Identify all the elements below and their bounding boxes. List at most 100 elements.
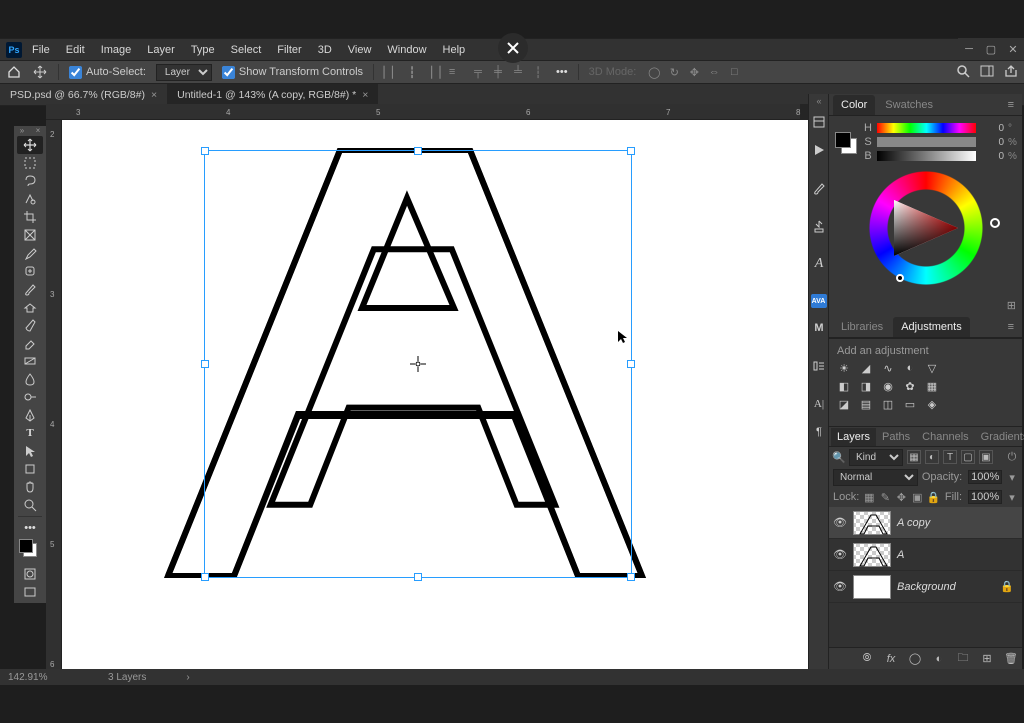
transform-handle-ne[interactable] — [627, 147, 635, 155]
filter-shape-icon[interactable]: ▢ — [961, 450, 975, 464]
transform-handle-s[interactable] — [414, 573, 422, 581]
tab-layers[interactable]: Layers — [831, 428, 876, 446]
lock-all-icon[interactable]: 🔒 — [927, 491, 939, 503]
character-panel-icon[interactable]: A — [809, 250, 829, 278]
move-tool[interactable] — [17, 136, 43, 154]
align-left-icon[interactable]: ▏▏ — [384, 64, 400, 80]
hue-value[interactable]: 0 — [980, 123, 1004, 134]
align-right-icon[interactable]: ▕▕ — [424, 64, 440, 80]
tab-close-icon[interactable]: × — [151, 89, 157, 101]
add-mask-icon[interactable]: ◯ — [908, 652, 922, 666]
fg-bg-color-swatches[interactable] — [835, 132, 857, 154]
filter-toggle-icon[interactable]: ⏻ — [1006, 451, 1018, 463]
properties-panel-icon[interactable] — [809, 352, 829, 380]
transform-handle-w[interactable] — [201, 360, 209, 368]
posterize-adj-icon[interactable]: ▤ — [859, 397, 873, 411]
show-transform-checkbox[interactable]: Show Transform Controls — [222, 66, 363, 79]
distribute-spacing-icon[interactable]: ┆ — [530, 64, 546, 80]
filter-smart-icon[interactable]: ▣ — [979, 450, 993, 464]
pen-tool[interactable] — [17, 406, 43, 424]
menu-window[interactable]: Window — [381, 42, 432, 58]
actions-panel-icon[interactable] — [809, 212, 829, 240]
layer-item[interactable]: 👁 Background 🔒 — [829, 571, 1022, 603]
sat-value[interactable]: 0 — [980, 137, 1004, 148]
menu-view[interactable]: View — [342, 42, 378, 58]
document-tab[interactable]: Untitled-1 @ 143% (A copy, RGB/8#) * × — [167, 84, 378, 105]
fill-value[interactable]: 100% — [968, 490, 1002, 504]
crop-tool[interactable] — [17, 208, 43, 226]
history-brush-tool[interactable] — [17, 316, 43, 334]
path-select-tool[interactable] — [17, 442, 43, 460]
ava-panel-icon[interactable]: AVA — [811, 294, 827, 308]
lock-brush-icon[interactable]: ✎ — [879, 491, 891, 503]
transform-handle-e[interactable] — [627, 360, 635, 368]
workspace-icon[interactable] — [980, 64, 994, 81]
document-view[interactable]: 3 4 5 6 7 8 2 3 4 5 6 — [46, 104, 812, 669]
auto-select-checkbox[interactable]: Auto-Select: — [69, 66, 146, 79]
quick-mask-icon[interactable] — [17, 565, 43, 583]
exposure-adj-icon[interactable]: ◐ — [903, 361, 917, 375]
selective-color-adj-icon[interactable]: ◈ — [925, 397, 939, 411]
collapse-toggle-icon[interactable]: « — [809, 94, 829, 108]
transform-handle-sw[interactable] — [201, 573, 209, 581]
blend-mode-select[interactable]: Normal — [833, 469, 918, 486]
shape-tool[interactable] — [17, 460, 43, 478]
hue-slider[interactable] — [877, 123, 976, 133]
menu-image[interactable]: Image — [95, 42, 138, 58]
filter-type-icon[interactable]: T — [943, 450, 957, 464]
history-panel-icon[interactable] — [809, 108, 829, 136]
invert-adj-icon[interactable]: ◪ — [837, 397, 851, 411]
layer-thumbnail[interactable] — [853, 511, 891, 535]
transform-handle-n[interactable] — [414, 147, 422, 155]
ruler-vertical[interactable]: 2 3 4 5 6 — [46, 120, 62, 669]
photo-filter-adj-icon[interactable]: ◉ — [881, 379, 895, 393]
curves-adj-icon[interactable]: ∿ — [881, 361, 895, 375]
transform-bounding-box[interactable] — [204, 150, 632, 578]
paragraph-panel-icon[interactable]: ¶ — [809, 418, 829, 446]
window-close-button[interactable]: ✕ — [1002, 38, 1024, 60]
threshold-adj-icon[interactable]: ◫ — [881, 397, 895, 411]
canvas-area[interactable] — [62, 120, 812, 669]
layer-item[interactable]: 👁 A — [829, 539, 1022, 571]
distribute-middle-icon[interactable]: ╪ — [490, 64, 506, 80]
brightness-adj-icon[interactable]: ☀ — [837, 361, 851, 375]
tab-channels[interactable]: Channels — [916, 428, 974, 446]
menu-edit[interactable]: Edit — [60, 42, 91, 58]
layer-name[interactable]: A copy — [897, 517, 930, 529]
align-center-h-icon[interactable]: ┇ — [404, 64, 420, 80]
eyedropper-tool[interactable] — [17, 244, 43, 262]
marquee-tool[interactable] — [17, 154, 43, 172]
lock-artboard-icon[interactable]: ▣ — [911, 491, 923, 503]
tab-color[interactable]: Color — [833, 95, 875, 115]
chevron-right-icon[interactable]: › — [186, 672, 189, 683]
edit-toolbar-icon[interactable]: ••• — [17, 519, 43, 537]
tab-adjustments[interactable]: Adjustments — [893, 317, 970, 337]
frame-tool[interactable] — [17, 226, 43, 244]
share-icon[interactable] — [1004, 64, 1018, 81]
channel-mixer-adj-icon[interactable]: ✿ — [903, 379, 917, 393]
lasso-tool[interactable] — [17, 172, 43, 190]
brushes-panel-icon[interactable] — [809, 174, 829, 202]
tab-close-icon[interactable]: × — [362, 89, 368, 101]
visibility-toggle-icon[interactable]: 👁 — [833, 580, 847, 593]
filter-kind-select[interactable]: Kind — [849, 449, 903, 466]
tab-paths[interactable]: Paths — [876, 428, 916, 446]
glyphs-panel-icon[interactable]: A| — [809, 390, 829, 418]
layer-item[interactable]: 👁 A copy — [829, 507, 1022, 539]
lock-pixels-icon[interactable]: ▦ — [863, 491, 875, 503]
new-adjustment-icon[interactable]: ◐ — [932, 652, 946, 666]
opacity-value[interactable]: 100% — [968, 470, 1002, 484]
healing-brush-tool[interactable] — [17, 262, 43, 280]
layer-thumbnail[interactable] — [853, 543, 891, 567]
transform-center-icon[interactable] — [410, 356, 426, 372]
filter-pixel-icon[interactable]: ▦ — [907, 450, 921, 464]
screen-mode-icon[interactable] — [17, 583, 43, 601]
chevron-down-icon[interactable]: ▾ — [1006, 491, 1018, 503]
sat-slider[interactable] — [877, 137, 976, 147]
window-maximize-button[interactable]: ▢ — [980, 38, 1002, 60]
lock-position-icon[interactable]: ✥ — [895, 491, 907, 503]
fg-bg-swatches[interactable] — [17, 537, 43, 565]
new-group-icon[interactable]: 🗀 — [956, 652, 970, 666]
menu-type[interactable]: Type — [185, 42, 221, 58]
gradient-tool[interactable] — [17, 352, 43, 370]
